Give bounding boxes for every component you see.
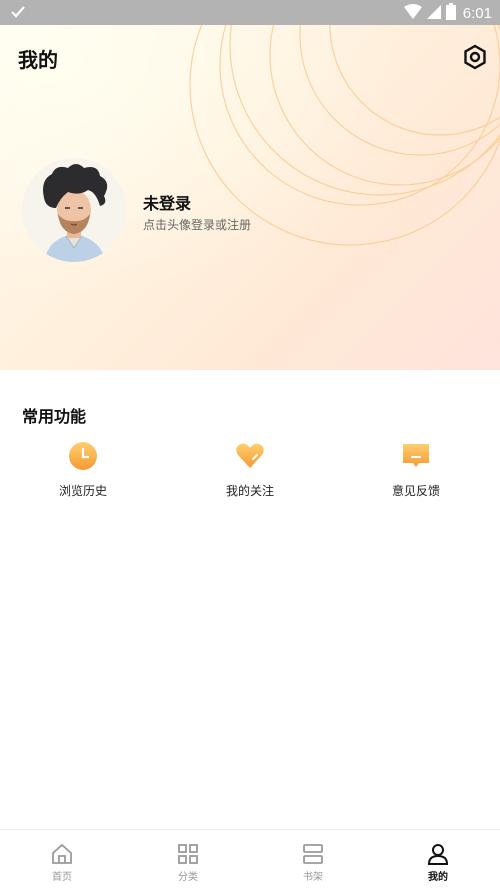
section-title-common: 常用功能 [22,407,87,426]
clock-icon [67,440,99,472]
home-icon [50,842,74,866]
tab-bookshelf-label: 书架 [303,872,323,883]
tab-mine-label: 我的 [428,872,448,883]
tab-home[interactable]: 首页 [32,842,92,883]
history-label: 浏览历史 [58,484,107,498]
settings-icon[interactable] [462,44,488,70]
grid-icon [176,842,200,866]
wifi-icon [403,4,422,23]
tab-category[interactable]: 分类 [158,842,218,883]
tab-mine[interactable]: 我的 [408,842,468,883]
status-time: 6:01 [462,5,492,22]
heart-icon [234,440,266,472]
follow-label: 我的关注 [225,484,274,498]
user-icon [426,842,450,866]
tab-bookshelf[interactable]: 书架 [283,842,343,883]
bookshelf-icon [301,842,325,866]
history-button[interactable]: 浏览历史 [33,440,133,499]
page-title: 我的 [18,48,58,72]
check-icon [10,4,26,24]
bottom-tab-bar: 首页 分类 书架 我的 [0,829,500,889]
message-icon [400,440,432,472]
follow-button[interactable]: 我的关注 [200,440,300,499]
login-status[interactable]: 未登录 [143,190,191,214]
signal-icon [426,4,441,23]
login-hint: 点击头像登录或注册 [143,218,252,232]
feedback-label: 意见反馈 [391,484,440,498]
tab-home-label: 首页 [52,872,72,883]
status-bar: 6:01 [0,0,500,25]
avatar[interactable] [22,158,126,262]
feedback-button[interactable]: 意见反馈 [366,440,466,499]
tab-category-label: 分类 [178,872,198,883]
battery-icon [445,3,456,24]
